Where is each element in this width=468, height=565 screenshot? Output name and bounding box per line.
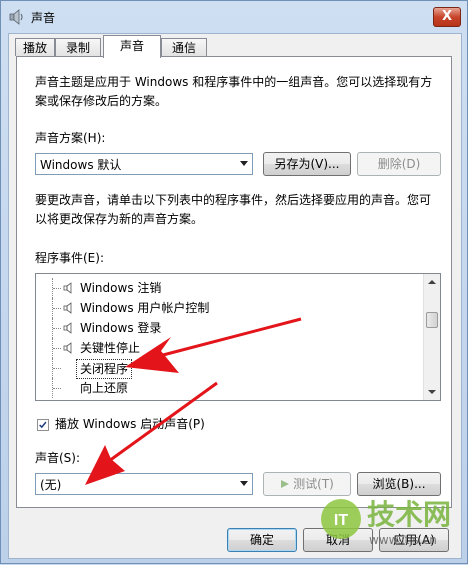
tab-label: 声音 xyxy=(119,39,144,53)
brand-logo: IT xyxy=(321,499,361,539)
sound-dialog-window: 声音 X 播放 录制 声音 通信 声音主题是应用于 Windows 和程序事件中… xyxy=(0,0,468,564)
annotation-arrows xyxy=(85,317,302,485)
svg-text:IT: IT xyxy=(334,512,348,529)
site-watermark: IT 技术网 www.itjs.cn xyxy=(319,487,468,565)
tab-sounds[interactable]: 声音 xyxy=(103,35,161,58)
arrow-to-selected-event xyxy=(125,317,302,373)
brand-name: 技术网 xyxy=(367,498,452,531)
brand-url: www.itjs.cn xyxy=(369,533,437,547)
arrow-to-sound-dropdown xyxy=(85,381,218,485)
